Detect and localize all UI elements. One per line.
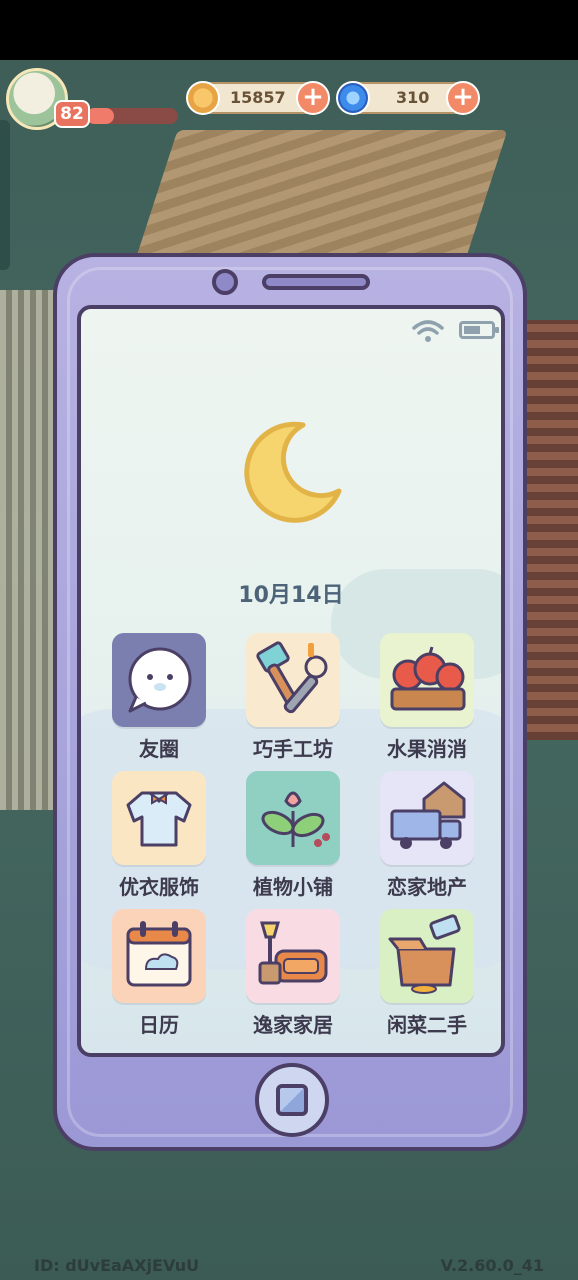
app-furniture[interactable]: 逸家家居 — [233, 909, 353, 1038]
level-badge: 82 — [54, 100, 90, 128]
wifi-icon — [412, 320, 444, 342]
plant-icon — [261, 791, 330, 847]
fruit-basket-icon — [390, 646, 466, 711]
app-fruit-match[interactable]: 水果消消 — [367, 633, 487, 762]
shirt-icon — [126, 791, 192, 847]
player-id: ID: dUvEaAXjEVuU — [34, 1256, 200, 1275]
app-tile[interactable] — [380, 771, 474, 865]
app-label: 闲菜二手 — [387, 1013, 467, 1037]
app-tile[interactable] — [112, 633, 206, 727]
app-label: 巧手工坊 — [253, 737, 333, 761]
version-label: V.2.60.0_41 — [440, 1256, 544, 1275]
gems-value: 310 — [396, 88, 430, 107]
camera-icon — [212, 269, 238, 295]
gems-counter: 310 + — [336, 81, 480, 115]
coin-icon — [186, 81, 220, 115]
coins-value: 15857 — [230, 88, 286, 107]
phone-device: 10月14日 友圈 巧手工坊 水果消消 优衣服饰 植物小铺 恋家地产 日历 逸家… — [53, 253, 527, 1151]
speaker-slot — [262, 274, 370, 290]
app-label: 恋家地产 — [387, 875, 467, 899]
coins-counter: 15857 + — [186, 81, 330, 115]
app-real-estate[interactable]: 恋家地产 — [367, 771, 487, 900]
app-calendar[interactable]: 日历 — [99, 909, 219, 1038]
app-tile[interactable] — [112, 771, 206, 865]
home-button[interactable] — [255, 1063, 329, 1137]
app-tile[interactable] — [112, 909, 206, 1003]
side-panel-tab[interactable] — [0, 120, 10, 270]
moon-icon — [244, 421, 342, 523]
sofa-lamp-icon — [258, 921, 328, 985]
app-secondhand[interactable]: 闲菜二手 — [367, 909, 487, 1038]
app-label: 日历 — [139, 1013, 179, 1037]
tools-icon — [256, 641, 328, 714]
app-plant-shop[interactable]: 植物小铺 — [233, 771, 353, 900]
app-tile[interactable] — [246, 771, 340, 865]
xp-bar — [86, 108, 178, 124]
add-gems-button[interactable]: + — [446, 81, 480, 115]
calendar-icon — [126, 921, 192, 987]
xp-bar-fill — [86, 108, 114, 124]
app-label: 水果消消 — [387, 737, 467, 761]
app-label: 植物小铺 — [253, 875, 333, 899]
app-tile[interactable] — [246, 909, 340, 1003]
box-tag-icon — [388, 914, 461, 994]
app-label: 友圈 — [139, 737, 179, 761]
app-friends-circle[interactable]: 友圈 — [99, 633, 219, 762]
phone-screen: 10月14日 友圈 巧手工坊 水果消消 优衣服饰 植物小铺 恋家地产 日历 逸家… — [77, 305, 505, 1057]
app-tile[interactable] — [246, 633, 340, 727]
swirl-gem-icon — [336, 81, 370, 115]
moving-truck-icon — [390, 781, 466, 849]
home-square-icon — [276, 1084, 308, 1116]
add-coins-button[interactable]: + — [296, 81, 330, 115]
app-label: 逸家家居 — [253, 1013, 333, 1037]
app-clothing[interactable]: 优衣服饰 — [99, 771, 219, 900]
chat-bubble-icon — [128, 647, 192, 713]
app-tile[interactable] — [380, 633, 474, 727]
date-label: 10月14日 — [238, 583, 344, 608]
battery-icon — [459, 321, 499, 339]
app-tile[interactable] — [380, 909, 474, 1003]
app-craft-workshop[interactable]: 巧手工坊 — [233, 633, 353, 762]
app-label: 优衣服饰 — [119, 875, 199, 899]
